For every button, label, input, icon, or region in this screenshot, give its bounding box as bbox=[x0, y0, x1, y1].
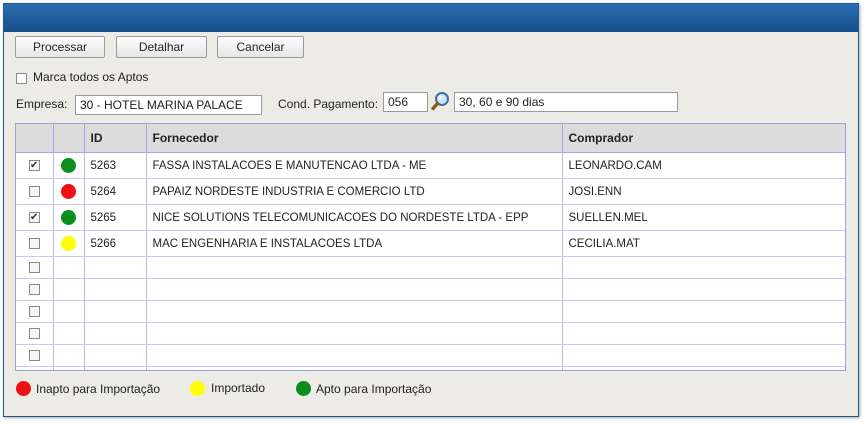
row-fornecedor bbox=[146, 366, 563, 370]
table-row[interactable]: 5264 PAPAIZ NORDESTE INDUSTRIA E COMERCIO… bbox=[16, 178, 845, 205]
status-dot-icon bbox=[61, 210, 76, 225]
row-select-cell[interactable]: ✔ bbox=[16, 152, 54, 179]
row-select-cell[interactable] bbox=[16, 366, 54, 370]
row-checkbox[interactable] bbox=[28, 185, 40, 197]
grid-header-row: ID Fornecedor Comprador bbox=[16, 124, 845, 153]
row-checkbox[interactable]: ✔ bbox=[28, 211, 40, 223]
row-select-cell[interactable] bbox=[16, 178, 54, 205]
row-status-cell bbox=[53, 344, 85, 367]
status-dot-icon bbox=[61, 236, 76, 251]
row-comprador: JOSI.ENN bbox=[562, 178, 845, 205]
row-id bbox=[84, 256, 147, 279]
cond-pagamento-description-field: 30, 60 e 90 dias bbox=[454, 92, 678, 112]
table-row[interactable]: 5266 MAC ENGENHARIA E INSTALACOES LTDA CEC… bbox=[16, 230, 845, 257]
row-comprador bbox=[562, 322, 845, 345]
row-id: 5266 bbox=[84, 230, 147, 257]
empresa-field[interactable]: 30 - HOTEL MARINA PALACE bbox=[75, 95, 262, 115]
row-select-cell[interactable] bbox=[16, 322, 54, 345]
row-comprador: SUELLEN.MEL bbox=[562, 204, 845, 231]
legend-importado-label: Importado bbox=[211, 381, 266, 395]
empty-row[interactable] bbox=[16, 322, 845, 345]
row-select-cell[interactable] bbox=[16, 278, 54, 301]
select-all-label: Marca todos os Aptos bbox=[33, 70, 149, 84]
row-id: 5264 bbox=[84, 178, 147, 205]
legend-red-dot-icon bbox=[16, 381, 31, 396]
header-select[interactable] bbox=[16, 124, 54, 153]
row-checkbox[interactable] bbox=[28, 349, 40, 361]
row-fornecedor: NICE SOLUTIONS TELECOMUNICACOES DO NORDE… bbox=[146, 204, 563, 231]
row-select-cell[interactable] bbox=[16, 344, 54, 367]
row-fornecedor bbox=[146, 278, 563, 301]
row-comprador: CECILIA.MAT bbox=[562, 230, 845, 257]
row-select-cell[interactable] bbox=[16, 300, 54, 323]
empty-row[interactable] bbox=[16, 344, 845, 367]
title-bar[interactable] bbox=[4, 4, 858, 32]
row-id bbox=[84, 366, 147, 370]
row-comprador bbox=[562, 300, 845, 323]
legend-inapto-label: Inapto para Importação bbox=[36, 382, 161, 396]
legend-yellow-dot-icon bbox=[190, 381, 205, 396]
row-comprador bbox=[562, 278, 845, 301]
row-fornecedor: FASSA INSTALACOES E MANUTENCAO LTDA - ME bbox=[146, 152, 563, 179]
status-dot-icon bbox=[61, 184, 76, 199]
empty-row[interactable] bbox=[16, 300, 845, 323]
row-id: 5265 bbox=[84, 204, 147, 231]
row-checkbox[interactable] bbox=[28, 283, 40, 295]
row-fornecedor bbox=[146, 300, 563, 323]
empty-row[interactable] bbox=[16, 278, 845, 301]
empty-row[interactable] bbox=[16, 256, 845, 279]
row-checkbox[interactable] bbox=[28, 305, 40, 317]
row-checkbox[interactable]: ✔ bbox=[28, 159, 40, 171]
row-status-cell bbox=[53, 204, 85, 231]
legend-green-dot-icon bbox=[296, 381, 311, 396]
row-status-cell bbox=[53, 366, 85, 370]
empresa-label: Empresa: bbox=[16, 97, 68, 111]
cond-pagamento-label: Cond. Pagamento: bbox=[278, 97, 379, 111]
detalhar-button[interactable]: Detalhar bbox=[116, 36, 207, 58]
table-row[interactable]: ✔ 5265 NICE SOLUTIONS TELECOMUNICACOES DO … bbox=[16, 204, 845, 231]
row-fornecedor: PAPAIZ NORDESTE INDUSTRIA E COMERCIO LTD bbox=[146, 178, 563, 205]
cancelar-button[interactable]: Cancelar bbox=[217, 36, 304, 58]
row-comprador bbox=[562, 344, 845, 367]
row-id: 5263 bbox=[84, 152, 147, 179]
row-checkbox[interactable] bbox=[28, 237, 40, 249]
row-status-cell bbox=[53, 278, 85, 301]
table-row[interactable]: ✔ 5263 FASSA INSTALACOES E MANUTENCAO LTDA… bbox=[16, 152, 845, 179]
row-fornecedor bbox=[146, 344, 563, 367]
processar-button[interactable]: Processar bbox=[15, 36, 105, 58]
row-status-cell bbox=[53, 178, 85, 205]
row-id bbox=[84, 300, 147, 323]
row-comprador bbox=[562, 256, 845, 279]
row-id bbox=[84, 344, 147, 367]
row-comprador: LEONARDO.CAM bbox=[562, 152, 845, 179]
row-select-cell[interactable]: ✔ bbox=[16, 204, 54, 231]
select-all-checkbox[interactable] bbox=[16, 73, 27, 84]
row-status-cell bbox=[53, 152, 85, 179]
row-fornecedor bbox=[146, 256, 563, 279]
row-fornecedor: MAC ENGENHARIA E INSTALACOES LTDA bbox=[146, 230, 563, 257]
row-status-cell bbox=[53, 230, 85, 257]
suppliers-grid: ID Fornecedor Comprador ✔ 5263 FASSA INSTA… bbox=[15, 123, 846, 371]
status-dot-icon bbox=[61, 158, 76, 173]
header-comprador[interactable]: Comprador bbox=[562, 124, 845, 153]
magnifier-icon[interactable] bbox=[430, 90, 452, 112]
header-status[interactable] bbox=[53, 124, 85, 153]
row-select-cell[interactable] bbox=[16, 256, 54, 279]
row-status-cell bbox=[53, 256, 85, 279]
empty-row[interactable] bbox=[16, 366, 845, 370]
row-checkbox[interactable] bbox=[28, 261, 40, 273]
row-checkbox[interactable] bbox=[28, 327, 40, 339]
row-select-cell[interactable] bbox=[16, 230, 54, 257]
row-id bbox=[84, 278, 147, 301]
header-id[interactable]: ID bbox=[84, 124, 147, 153]
dialog-window: Processar Detalhar Cancelar Marca todos … bbox=[3, 3, 859, 417]
cond-pagamento-code-field[interactable]: 056 bbox=[383, 92, 428, 112]
row-fornecedor bbox=[146, 322, 563, 345]
row-status-cell bbox=[53, 300, 85, 323]
row-id bbox=[84, 322, 147, 345]
header-fornecedor[interactable]: Fornecedor bbox=[146, 124, 563, 153]
legend-apto-label: Apto para Importação bbox=[316, 382, 432, 396]
row-comprador bbox=[562, 366, 845, 370]
row-status-cell bbox=[53, 322, 85, 345]
